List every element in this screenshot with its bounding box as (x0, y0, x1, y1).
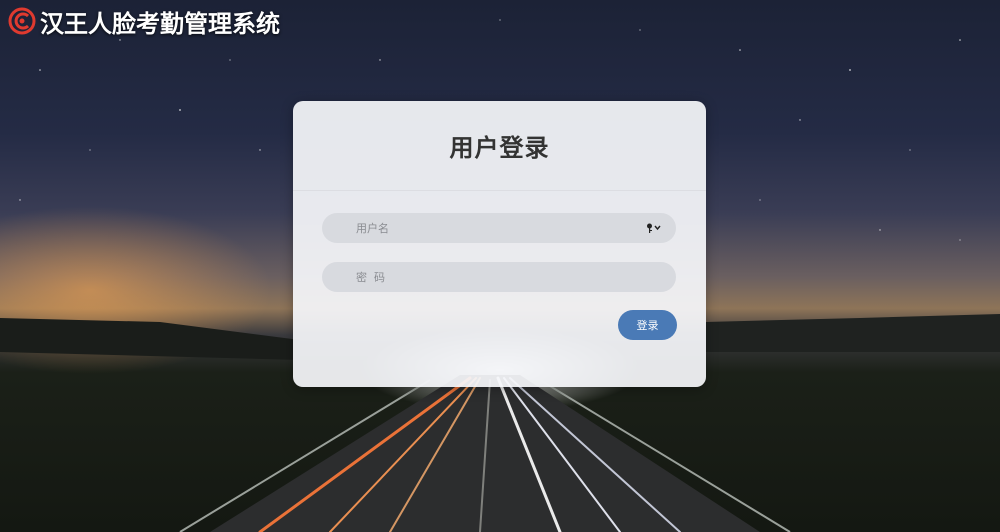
hanvon-logo-icon (8, 7, 36, 35)
login-card-header: 用户登录 (293, 101, 706, 191)
username-field-wrapper (322, 213, 676, 243)
username-input[interactable] (322, 213, 646, 243)
password-input[interactable] (322, 262, 646, 292)
key-dropdown-icon[interactable] (646, 222, 662, 234)
app-title: 汉王人脸考勤管理系统 (40, 9, 280, 38)
login-button[interactable]: 登录 (618, 310, 677, 340)
login-card: 用户登录 登录 (293, 101, 706, 387)
login-title: 用户登录 (449, 134, 550, 162)
password-field-wrapper (322, 262, 676, 292)
app-header: 汉王人脸考勤管理系统 (8, 4, 280, 38)
